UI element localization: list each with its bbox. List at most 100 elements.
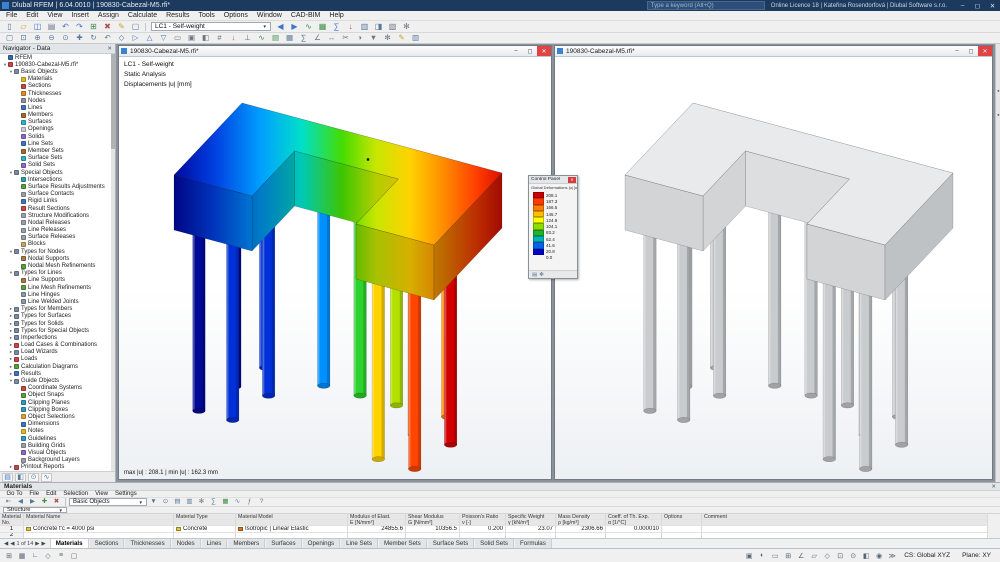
view-along-z-icon[interactable]: ▽ <box>157 33 170 43</box>
table-prev-row-icon[interactable]: ◀ <box>15 498 26 506</box>
nav-item-load-cases-combinations[interactable]: ▸ Load Cases & Combinations <box>0 342 111 349</box>
pan-view-icon[interactable]: ✚ <box>73 33 86 43</box>
sheet-tab-nodes[interactable]: Nodes <box>171 539 201 548</box>
insert-row-icon[interactable]: ✚ <box>39 498 50 506</box>
sheet-tab-lines[interactable]: Lines <box>201 539 228 548</box>
generate-mesh-icon[interactable]: ▦ <box>283 33 296 43</box>
grid-toggle-icon[interactable]: ▦ <box>16 552 28 560</box>
sheet-tab-surfaces[interactable]: Surfaces <box>266 539 302 548</box>
dxf-underlay-icon[interactable]: ▢ <box>68 552 80 560</box>
nav-item-types-for-lines[interactable]: ▾ Types for Lines <box>0 270 111 277</box>
nav-item-rigid-links[interactable]: Rigid Links <box>0 198 111 205</box>
show-results-icon[interactable]: ∿ <box>302 22 315 32</box>
nav-item-load-wizards[interactable]: ▸ Load Wizards <box>0 349 111 356</box>
menu-cad-bim[interactable]: CAD-BIM <box>287 12 325 19</box>
nav-item-members[interactable]: Members <box>0 112 111 119</box>
navigator-tab-views[interactable]: ⊙ <box>28 472 39 482</box>
table-export-icon[interactable]: ▤ <box>172 498 183 506</box>
menu-calculate[interactable]: Calculate <box>124 12 161 19</box>
ortho-toggle-icon[interactable]: ∟ <box>29 552 41 559</box>
nav-item-calculation-diagrams[interactable]: ▸ Calculation Diagrams <box>0 363 111 370</box>
mat-menu-settings[interactable]: Settings <box>112 491 141 497</box>
nav-item-materials[interactable]: Materials <box>0 76 111 83</box>
nav-item-blocks[interactable]: Blocks <box>0 241 111 248</box>
selection-filter-icon[interactable]: ▼ <box>367 33 380 43</box>
save-model-icon[interactable]: ◫ <box>31 22 44 32</box>
sheet-tab-sections[interactable]: Sections <box>89 539 125 548</box>
guideline-toggle-icon[interactable]: ≡ <box>55 552 67 559</box>
zoom-all-icon[interactable]: ⊙ <box>59 33 72 43</box>
transparency-display-icon[interactable]: ◧ <box>199 33 212 43</box>
nav-item-member-sets[interactable]: Member Sets <box>0 147 111 154</box>
panel-toggle-icon[interactable]: ◨ <box>372 22 385 32</box>
child-close-button[interactable]: ✕ <box>537 46 551 56</box>
materials-panel-close-icon[interactable]: ✕ <box>991 484 996 490</box>
table-calculator-icon[interactable]: ∑ <box>208 498 219 506</box>
scrollbar-thumb[interactable] <box>111 54 115 149</box>
menu-help[interactable]: Help <box>325 12 347 19</box>
new-model-icon[interactable]: ▯ <box>3 22 16 32</box>
window-maximize-button[interactable]: ◻ <box>970 0 985 11</box>
work-plane-icon[interactable]: ▱ <box>808 552 820 560</box>
mat-menu-selection[interactable]: Selection <box>60 491 92 497</box>
pager-first-icon[interactable]: ◀ <box>4 541 8 547</box>
nav-item-line-supports[interactable]: Line Supports <box>0 277 111 284</box>
zoom-extent-icon[interactable]: ⊡ <box>834 552 846 560</box>
model-window-header[interactable]: 190830-Cabezal-M5.rfi* – ◻ ✕ <box>119 46 551 57</box>
table-filter-icon[interactable]: ▼ <box>148 498 159 506</box>
nav-item-surface-results-adjustments[interactable]: Surface Results Adjustments <box>0 183 111 190</box>
nav-item-nodal-supports[interactable]: Nodal Supports <box>0 255 111 262</box>
object-snap-toggle-icon[interactable]: ◇ <box>42 552 54 560</box>
pager-next-icon[interactable]: ▶ <box>35 541 39 547</box>
table-filter-combo[interactable]: Basic Objects ▼ <box>69 498 147 506</box>
menu-window[interactable]: Window <box>253 12 286 19</box>
nav-item-imperfections[interactable]: ▸ Imperfections <box>0 334 111 341</box>
snap-toggle-icon[interactable]: ⊞ <box>3 552 15 560</box>
table-view-icon[interactable]: ▥ <box>409 33 422 43</box>
select-special-icon[interactable]: ▢ <box>129 22 142 32</box>
sheet-tab-member-sets[interactable]: Member Sets <box>378 539 427 548</box>
full-screen-icon[interactable]: ⊙ <box>847 552 859 560</box>
show-color-scale-icon[interactable]: ▤ <box>269 33 282 43</box>
solid-render-icon[interactable]: ▣ <box>743 552 755 560</box>
menu-tools[interactable]: Tools <box>194 12 218 19</box>
child-restore-button[interactable]: ◻ <box>964 46 978 56</box>
table-formula-icon[interactable]: ƒ <box>244 498 255 506</box>
nav-item-special-objects[interactable]: ▾ Special Objects <box>0 169 111 176</box>
next-load-case-icon[interactable]: ▶ <box>288 22 301 32</box>
pager-prev-icon[interactable]: ◀ <box>10 541 14 547</box>
table-import-icon[interactable]: ▥ <box>184 498 195 506</box>
display-axes-icon[interactable]: ∠ <box>795 552 807 560</box>
display-grid-icon[interactable]: ⊞ <box>782 552 794 560</box>
window-minimize-button[interactable]: – <box>955 0 970 11</box>
table-help-icon[interactable]: ? <box>256 498 267 506</box>
calculate-all-icon[interactable]: ∑ <box>330 22 343 32</box>
camera-icon[interactable]: ◉ <box>873 552 885 560</box>
nav-item-types-for-nodes[interactable]: ▾ Types for Nodes <box>0 248 111 255</box>
rotate-view-icon[interactable]: ↻ <box>87 33 100 43</box>
visibility-mode-icon[interactable]: ◑ <box>353 33 366 43</box>
show-numbering-icon[interactable]: # <box>213 33 226 43</box>
table-next-row-icon[interactable]: ▶ <box>27 498 38 506</box>
geometry-viewport[interactable] <box>555 57 992 479</box>
nav-item-types-for-special-objects[interactable]: ▸ Types for Special Objects <box>0 327 111 334</box>
nav-item-line-welded-joints[interactable]: Line Welded Joints <box>0 298 111 305</box>
menu-view[interactable]: View <box>43 12 66 19</box>
view-along-x-icon[interactable]: ▷ <box>129 33 142 43</box>
nav-item-nodal-releases[interactable]: Nodal Releases <box>0 219 111 226</box>
child-minimize-button[interactable]: – <box>950 46 964 56</box>
control-panel-window[interactable]: Control Panel ✕ Global Deformations |u| … <box>528 175 578 279</box>
copy-icon[interactable]: ⊞ <box>87 22 100 32</box>
delete-row-icon[interactable]: ✖ <box>51 498 62 506</box>
table-search-icon[interactable]: ⊙ <box>160 498 171 506</box>
pager-last-icon[interactable]: ▶ <box>42 541 46 547</box>
nav-item-line-hinges[interactable]: Line Hinges <box>0 291 111 298</box>
shading-icon[interactable]: ◐ <box>756 552 768 559</box>
navigator-tab-data[interactable]: ▤ <box>2 472 13 482</box>
nav-item-results[interactable]: ▸ Results <box>0 370 111 377</box>
navigator-tab-display[interactable]: ◧ <box>15 472 26 482</box>
isometric-view-icon[interactable]: ◇ <box>115 33 128 43</box>
sheet-tab-openings[interactable]: Openings <box>302 539 341 548</box>
dimension-icon[interactable]: ↔ <box>325 33 338 43</box>
hidden-line-icon[interactable]: ▭ <box>769 552 781 560</box>
